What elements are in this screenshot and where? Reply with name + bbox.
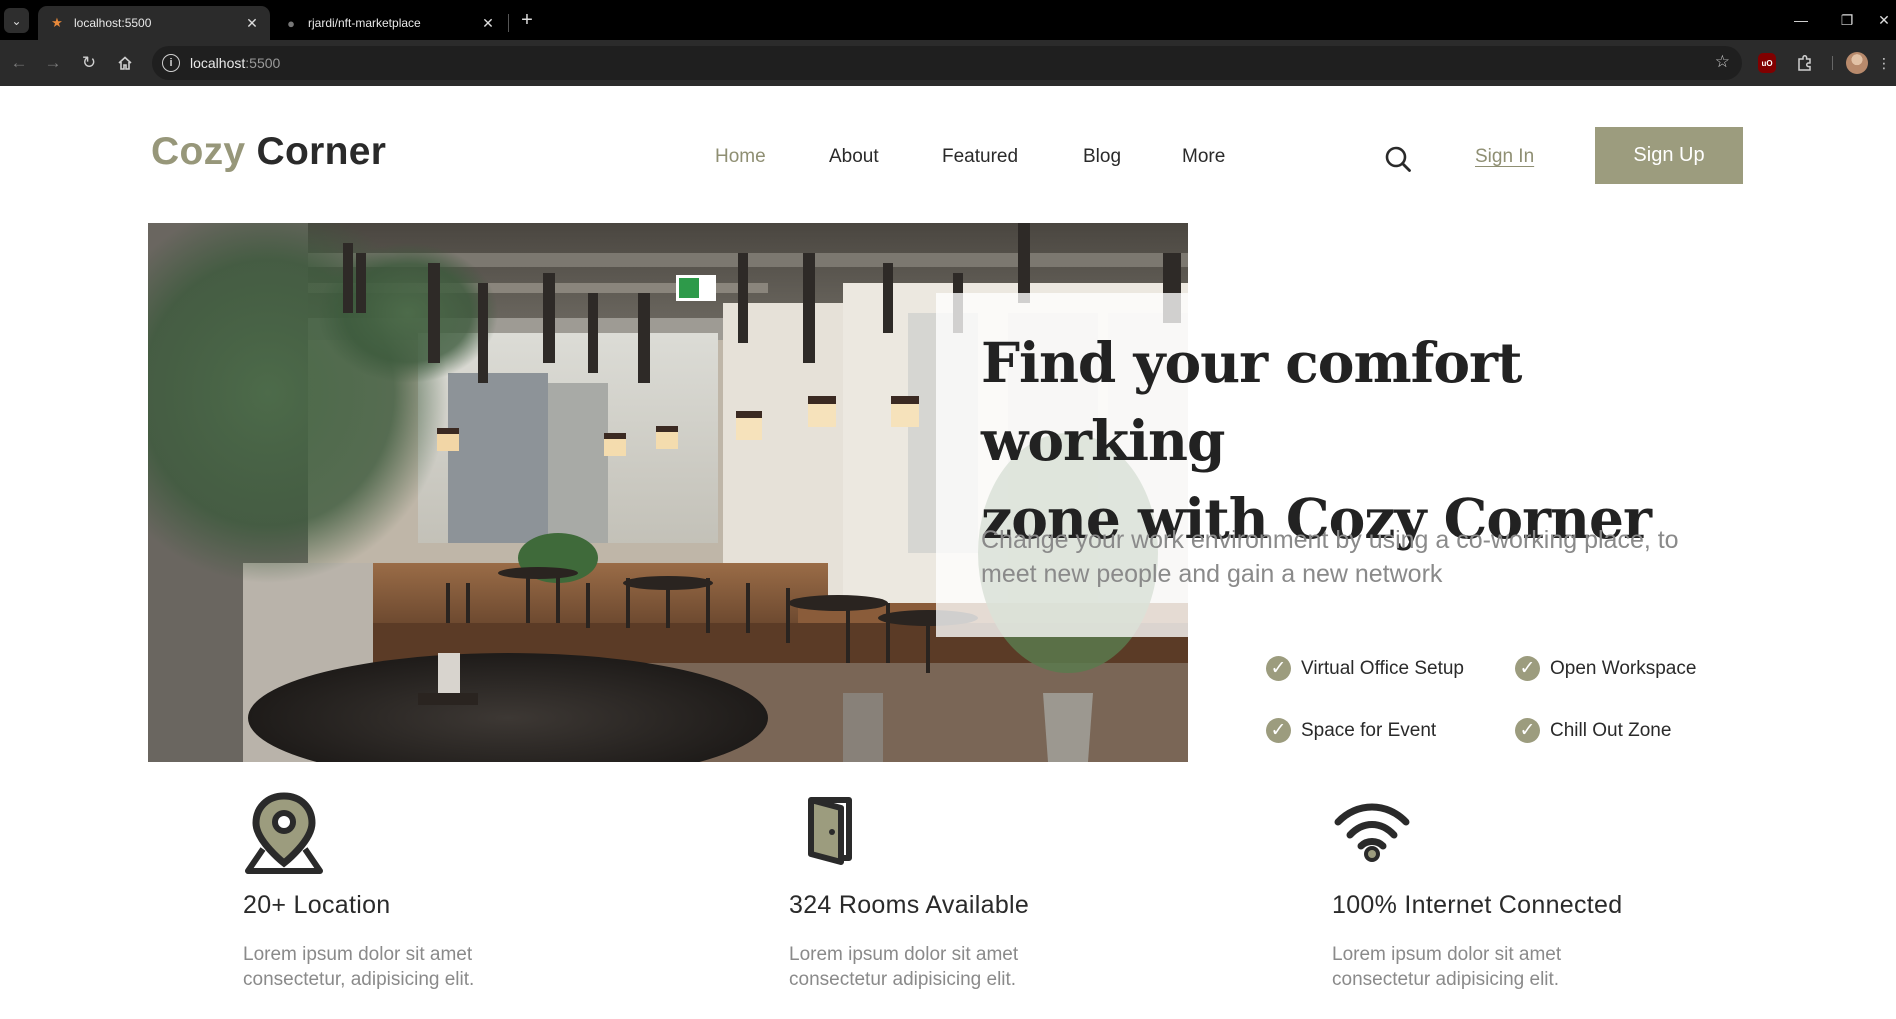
logo-part-cozy: Cozy xyxy=(151,130,246,173)
check-circle-icon: ✓ xyxy=(1515,718,1540,743)
sign-in-link[interactable]: Sign In xyxy=(1475,146,1534,168)
restore-button[interactable]: ❐ xyxy=(1828,6,1866,34)
logo-part-corner: Corner xyxy=(245,130,387,173)
tab-localhost[interactable]: ★ localhost:5500 ✕ xyxy=(38,6,270,40)
close-icon[interactable]: ✕ xyxy=(480,15,496,32)
reload-button[interactable]: ↻ xyxy=(76,50,102,76)
stat-description: Lorem ipsum dolor sit amet consectetur, … xyxy=(243,944,475,990)
nav-home[interactable]: Home xyxy=(715,146,766,168)
reload-icon: ↻ xyxy=(81,53,97,72)
ublock-label: uO xyxy=(1761,58,1773,68)
hero-title-line-1: Find your comfort working xyxy=(981,330,1522,473)
arrow-left-icon: ← xyxy=(10,53,28,72)
stat-title: 100% Internet Connected xyxy=(1332,891,1623,919)
minimize-button[interactable]: — xyxy=(1782,6,1820,34)
bookmark-star-icon[interactable]: ☆ xyxy=(1715,52,1730,72)
restore-icon: ❐ xyxy=(1840,11,1854,28)
stat-description: Lorem ipsum dolor sit amet consectetur a… xyxy=(1332,944,1562,990)
tab-title: rjardi/nft-marketplace xyxy=(308,16,421,30)
close-icon: ✕ xyxy=(1878,11,1890,28)
close-icon[interactable]: ✕ xyxy=(244,15,260,32)
kebab-menu-icon: ⋮ xyxy=(1877,54,1891,71)
feature-label: Virtual Office Setup xyxy=(1301,657,1465,679)
stat-description: Lorem ipsum dolor sit amet consectetur a… xyxy=(789,944,1019,990)
toolbar-divider xyxy=(1832,56,1833,70)
url-port: :5500 xyxy=(245,55,281,71)
check-circle-icon: ✓ xyxy=(1515,656,1540,681)
puzzle-icon xyxy=(1798,54,1811,71)
nav-blog[interactable]: Blog xyxy=(1083,146,1121,168)
browser-menu-button[interactable]: ⋮ xyxy=(1876,52,1892,74)
door-icon xyxy=(808,797,852,865)
profile-avatar[interactable] xyxy=(1846,52,1868,74)
tab-divider xyxy=(508,14,509,32)
search-icon[interactable] xyxy=(1384,145,1412,173)
back-button[interactable]: ← xyxy=(6,50,32,76)
hero-subtitle: Change your work environment by using a … xyxy=(981,526,1679,588)
nav-featured[interactable]: Featured xyxy=(942,146,1018,168)
address-bar[interactable]: i localhost:5500 ☆ xyxy=(152,46,1742,80)
feature-label: Chill Out Zone xyxy=(1550,719,1672,741)
arrow-right-icon: → xyxy=(44,53,62,72)
check-circle-icon: ✓ xyxy=(1266,718,1291,743)
new-tab-button[interactable]: + xyxy=(515,8,539,32)
home-icon xyxy=(118,56,132,70)
browser-toolbar: ← → ↻ i localhost:5500 ☆ uO ⋮ xyxy=(0,40,1896,86)
url-text[interactable]: localhost:5500 xyxy=(190,55,280,71)
wifi-icon xyxy=(1334,803,1410,862)
plus-icon: + xyxy=(521,8,533,31)
location-pin-icon xyxy=(245,792,323,874)
minimize-icon: — xyxy=(1794,12,1808,28)
page-content: Cozy Corner Home About Featured Blog Mor… xyxy=(0,86,1896,1019)
sign-up-button[interactable]: Sign Up xyxy=(1595,127,1743,184)
stat-title: 20+ Location xyxy=(243,891,391,919)
home-button[interactable] xyxy=(112,50,138,76)
feature-chill-out-zone: ✓ Chill Out Zone xyxy=(1515,718,1671,743)
tab-search-button[interactable]: ⌄ xyxy=(4,8,29,33)
site-logo[interactable]: Cozy Corner xyxy=(151,130,386,174)
forward-button[interactable]: → xyxy=(40,50,66,76)
tab-github[interactable]: ● rjardi/nft-marketplace ✕ xyxy=(272,6,506,40)
nav-about[interactable]: About xyxy=(829,146,879,168)
url-host: localhost xyxy=(190,55,246,71)
nav-more[interactable]: More xyxy=(1182,146,1225,168)
close-window-button[interactable]: ✕ xyxy=(1872,6,1896,34)
extensions-puzzle-icon[interactable] xyxy=(1794,52,1816,74)
feature-space-for-event: ✓ Space for Event xyxy=(1266,718,1436,743)
site-info-icon[interactable]: i xyxy=(162,54,180,72)
browser-tabstrip: ⌄ ★ localhost:5500 ✕ ● rjardi/nft-market… xyxy=(0,0,1896,40)
feature-label: Space for Event xyxy=(1301,719,1437,741)
ublock-extension-icon[interactable]: uO xyxy=(1758,53,1776,73)
check-circle-icon: ✓ xyxy=(1266,656,1291,681)
feature-virtual-office: ✓ Virtual Office Setup xyxy=(1266,656,1464,681)
chevron-down-icon: ⌄ xyxy=(11,13,22,28)
tab-title: localhost:5500 xyxy=(74,16,152,30)
feature-open-workspace: ✓ Open Workspace xyxy=(1515,656,1696,681)
github-icon: ● xyxy=(287,15,295,31)
feature-label: Open Workspace xyxy=(1550,657,1697,679)
star-icon: ★ xyxy=(51,15,63,30)
stat-title: 324 Rooms Available xyxy=(789,891,1030,919)
